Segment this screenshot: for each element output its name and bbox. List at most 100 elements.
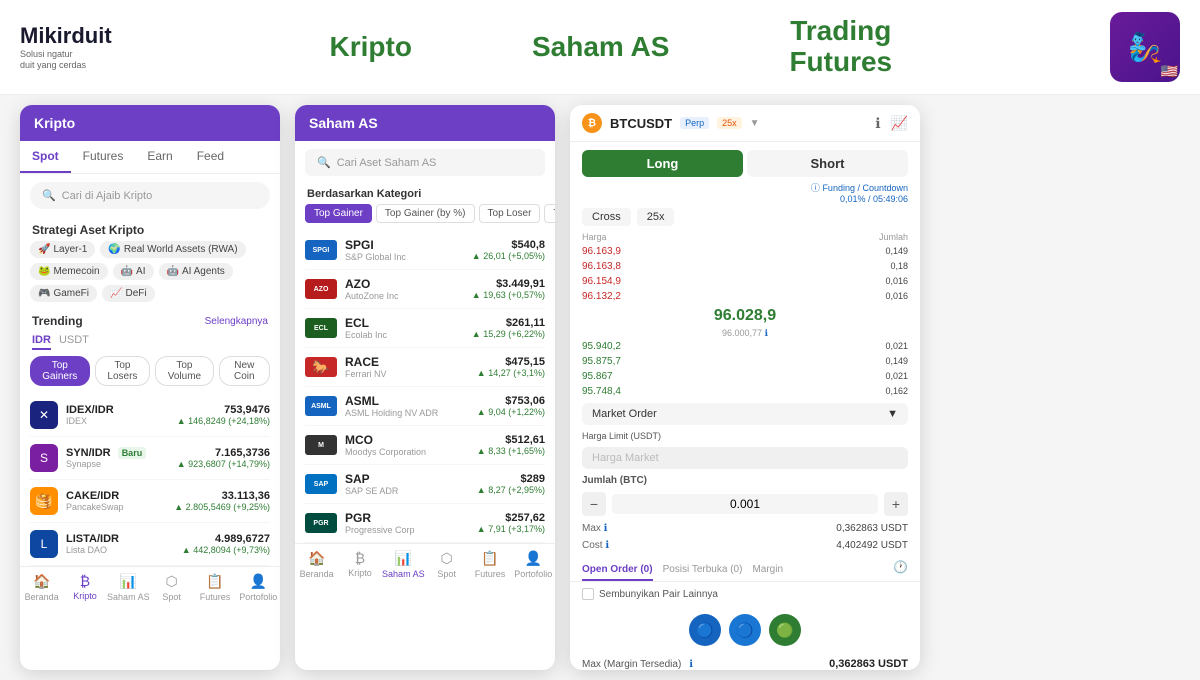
mascot-icon: 🧞	[1110, 12, 1180, 82]
max-val: 0,362863 USDT	[836, 523, 908, 534]
kripto-tabs: Spot Futures Earn Feed	[20, 141, 280, 174]
currency-usdt[interactable]: USDT	[59, 332, 89, 350]
funding-rate: 0,01% / 05:49:06	[840, 194, 908, 204]
ftab-margin[interactable]: Margin	[752, 560, 783, 581]
nav-porto-s[interactable]: 👤Portofolio	[512, 550, 555, 579]
main-content: Kripto Spot Futures Earn Feed 🔍 Cari di …	[0, 95, 1200, 680]
stock-mco[interactable]: M MCO Moodys Corporation $512,61 ▲ 8,33 …	[305, 426, 545, 465]
tab-top-loser-pct[interactable]: Top Loser (by %)	[544, 204, 555, 223]
logo-area: Mikirduit Solusi ngatur duit yang cerdas	[20, 23, 112, 71]
stock-list: SPGI SPGI S&P Global Inc $540,8 ▲ 26,01 …	[295, 231, 555, 543]
futures-icons: ℹ 📈	[875, 115, 908, 132]
qty-control: − 0.001 +	[582, 492, 908, 516]
buy-orders: 95.940,20,021 95.875,70,149 95.8670,021 …	[570, 339, 920, 399]
history-icon[interactable]: 🕐	[893, 560, 908, 581]
stock-ecl[interactable]: ECL ECL Ecolab Inc $261,11 ▲ 15,29 (+6,2…	[305, 309, 545, 348]
market-order-select[interactable]: Market Order ▼	[582, 403, 908, 425]
leverage-badge[interactable]: 25x	[717, 117, 742, 129]
kripto-phone: Kripto Spot Futures Earn Feed 🔍 Cari di …	[20, 105, 280, 670]
kripto-bottom-nav: 🏠Beranda ₿Kripto 📊Saham AS ⬡Spot 📋Future…	[20, 566, 280, 608]
jumlah-header: Jumlah	[879, 232, 908, 242]
tab-top-gainer-pct[interactable]: Top Gainer (by %)	[376, 204, 475, 223]
tab-futures[interactable]: Futures	[71, 141, 136, 173]
qty-plus-btn[interactable]: +	[884, 492, 908, 516]
avatar-1: 🔵	[689, 614, 721, 646]
coin-item-idex[interactable]: ✕ IDEX/IDR IDEX 753,9476 ▲ 146,8249 (+24…	[30, 394, 270, 437]
stock-pgr[interactable]: PGR PGR Progressive Corp $257,62 ▲ 7,91 …	[305, 504, 545, 543]
qty-minus-btn[interactable]: −	[582, 492, 606, 516]
coin-item-syn[interactable]: S SYN/IDR Baru Synapse 7.165,3736 ▲ 923,…	[30, 437, 270, 480]
nav-futures-s[interactable]: 📋Futures	[468, 550, 511, 579]
tag-gamefi[interactable]: 🎮GameFi	[30, 285, 97, 302]
leverage-btn[interactable]: 25x	[637, 208, 675, 226]
logo-ecl: ECL	[305, 318, 337, 338]
jumlah-btc-label: Jumlah (BTC)	[570, 473, 920, 488]
kripto-search-bar[interactable]: 🔍 Cari di Ajaib Kripto	[30, 182, 270, 209]
funding-label: Funding / Countdown	[822, 183, 908, 193]
tag-memecoin[interactable]: 🐸Memecoin	[30, 263, 108, 280]
see-all-link[interactable]: Selengkapnya	[205, 316, 268, 327]
tab-spot[interactable]: Spot	[20, 141, 71, 173]
nav-saham-s[interactable]: 📊Saham AS	[382, 550, 425, 579]
tab-earn[interactable]: Earn	[135, 141, 184, 173]
harga-limit-input[interactable]: Harga Market	[582, 447, 908, 469]
nav-kripto-k[interactable]: ₿Kripto	[63, 573, 106, 602]
nav-beranda-k[interactable]: 🏠Beranda	[20, 573, 63, 602]
tab-feed[interactable]: Feed	[185, 141, 236, 173]
filter-new-coin[interactable]: New Coin	[219, 356, 270, 386]
nav-saham-k[interactable]: 📊Saham AS	[107, 573, 150, 602]
tag-ai-agents[interactable]: 🤖AI Agents	[159, 263, 233, 280]
filter-top-volume[interactable]: Top Volume	[155, 356, 213, 386]
buy-row-3: 95.8670,021	[582, 369, 908, 384]
tab-top-gainer[interactable]: Top Gainer	[305, 204, 372, 223]
info-icon[interactable]: ℹ	[875, 115, 880, 132]
tab-top-loser[interactable]: Top Loser	[479, 204, 541, 223]
stock-spgi[interactable]: SPGI SPGI S&P Global Inc $540,8 ▲ 26,01 …	[305, 231, 545, 270]
tag-rwa[interactable]: 🌍Real World Assets (RWA)	[100, 241, 245, 258]
nav-spot-k[interactable]: ⬡Spot	[150, 573, 193, 602]
saham-phone: Saham AS 🔍 Cari Aset Saham AS Berdasarka…	[295, 105, 555, 670]
nav-beranda-s[interactable]: 🏠Beranda	[295, 550, 338, 579]
cross-btn[interactable]: Cross	[582, 208, 631, 226]
stock-azo[interactable]: AZO AZO AutoZone Inc $3.449,91 ▲ 19,63 (…	[305, 270, 545, 309]
nav-spot-s[interactable]: ⬡Spot	[425, 550, 468, 579]
coin-info-idex: IDEX/IDR IDEX	[66, 404, 169, 426]
long-tab[interactable]: Long	[582, 150, 743, 177]
cross-leverage-row: Cross 25x	[570, 204, 920, 230]
kripto-header: Kripto	[20, 105, 280, 141]
nav-kripto-s[interactable]: ₿Kripto	[338, 550, 381, 579]
coin-item-lista[interactable]: L LISTA/IDR Lista DAO 4.989,6727 ▲ 442,8…	[30, 523, 270, 566]
currency-idr[interactable]: IDR	[32, 332, 51, 350]
saham-search[interactable]: 🔍 Cari Aset Saham AS	[305, 149, 545, 176]
pair-name: BTCUSDT	[610, 116, 672, 131]
short-tab[interactable]: Short	[747, 150, 908, 177]
ftab-posisi[interactable]: Posisi Terbuka (0)	[663, 560, 743, 581]
info-icon-sm: ℹ	[765, 328, 768, 338]
coin-list: ✕ IDEX/IDR IDEX 753,9476 ▲ 146,8249 (+24…	[20, 394, 280, 566]
chart-icon[interactable]: 📈	[891, 115, 908, 132]
nav-futures-k[interactable]: 📋Futures	[193, 573, 236, 602]
stock-race[interactable]: 🐎 RACE Ferrari NV $475,15 ▲ 14,27 (+3,1%…	[305, 348, 545, 387]
tag-layer1[interactable]: 🚀Layer-1	[30, 241, 95, 258]
coin-info-cake: CAKE/IDR PancakeSwap	[66, 490, 166, 512]
tag-defi[interactable]: 📈DeFi	[102, 285, 155, 302]
avatar-3: 🟢	[769, 614, 801, 646]
strategy-tags: 🚀Layer-1 🌍Real World Assets (RWA) 🐸Memec…	[20, 241, 280, 308]
qty-input[interactable]: 0.001	[612, 494, 878, 514]
sell-orders: 96.163,90,149 96.163,80,18 96.154,90,016…	[570, 244, 920, 304]
big-price: 96.028,9	[570, 304, 920, 328]
stock-asml[interactable]: ASML ASML ASML Holding NV ADR $753,06 ▲ …	[305, 387, 545, 426]
filter-top-losers[interactable]: Top Losers	[95, 356, 151, 386]
coin-price-lista: 4.989,6727 ▲ 442,8094 (+9,73%)	[182, 533, 270, 555]
filter-top-gainers[interactable]: Top Gainers	[30, 356, 90, 386]
coin-item-cake[interactable]: 🥞 CAKE/IDR PancakeSwap 33.113,36 ▲ 2.805…	[30, 480, 270, 523]
ftab-open-order[interactable]: Open Order (0)	[582, 560, 653, 581]
sell-row-4: 96.132,20,016	[582, 289, 908, 304]
sembunyi-checkbox[interactable]	[582, 588, 594, 600]
nav-porto-k[interactable]: 👤Portofolio	[237, 573, 280, 602]
tag-ai[interactable]: 🤖AI	[113, 263, 154, 280]
coin-price-cake: 33.113,36 ▲ 2.805,5469 (+9,25%)	[174, 490, 270, 512]
stock-sap[interactable]: SAP SAP SAP SE ADR $289 ▲ 8,27 (+2,95%)	[305, 465, 545, 504]
coin-icon-cake: 🥞	[30, 487, 58, 515]
logo-asml: ASML	[305, 396, 337, 416]
